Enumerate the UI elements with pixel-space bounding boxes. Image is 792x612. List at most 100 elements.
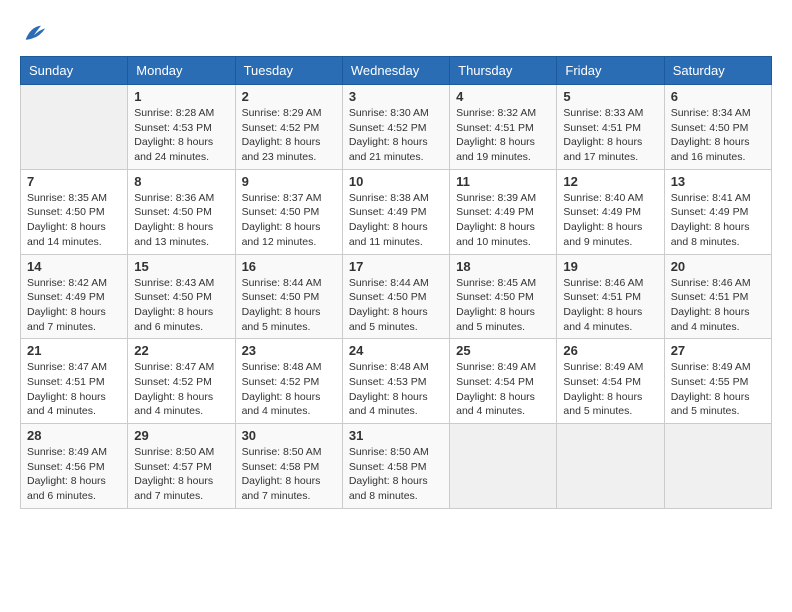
day-header-thursday: Thursday <box>450 57 557 85</box>
calendar-cell: 27 Sunrise: 8:49 AMSunset: 4:55 PMDayligh… <box>664 339 771 424</box>
calendar-cell: 24 Sunrise: 8:48 AMSunset: 4:53 PMDayligh… <box>342 339 449 424</box>
day-number: 2 <box>242 89 336 104</box>
day-info: Sunrise: 8:44 AMSunset: 4:50 PMDaylight:… <box>242 276 336 335</box>
day-number: 13 <box>671 174 765 189</box>
day-info: Sunrise: 8:48 AMSunset: 4:53 PMDaylight:… <box>349 360 443 419</box>
calendar-week-1: 1 Sunrise: 8:28 AMSunset: 4:53 PMDaylight… <box>21 85 772 170</box>
day-info: Sunrise: 8:43 AMSunset: 4:50 PMDaylight:… <box>134 276 228 335</box>
day-number: 4 <box>456 89 550 104</box>
calendar-cell: 16Sunrise: 8:44 AMSunset: 4:50 PMDayligh… <box>235 254 342 339</box>
day-number: 10 <box>349 174 443 189</box>
day-number: 3 <box>349 89 443 104</box>
day-info: Sunrise: 8:50 AMSunset: 4:58 PMDaylight:… <box>242 445 336 504</box>
day-info: Sunrise: 8:49 AMSunset: 4:56 PMDaylight:… <box>27 445 121 504</box>
calendar-cell: 19Sunrise: 8:46 AMSunset: 4:51 PMDayligh… <box>557 254 664 339</box>
day-number: 20 <box>671 259 765 274</box>
calendar-cell: 23 Sunrise: 8:48 AMSunset: 4:52 PMDayligh… <box>235 339 342 424</box>
calendar-cell: 8 Sunrise: 8:36 AMSunset: 4:50 PMDaylight… <box>128 169 235 254</box>
day-info: Sunrise: 8:50 AMSunset: 4:58 PMDaylight:… <box>349 445 443 504</box>
calendar-week-2: 7 Sunrise: 8:35 AMSunset: 4:50 PMDaylight… <box>21 169 772 254</box>
day-info: Sunrise: 8:50 AMSunset: 4:57 PMDaylight:… <box>134 445 228 504</box>
day-info: Sunrise: 8:49 AMSunset: 4:54 PMDaylight:… <box>563 360 657 419</box>
calendar-cell: 26 Sunrise: 8:49 AMSunset: 4:54 PMDayligh… <box>557 339 664 424</box>
day-info: Sunrise: 8:38 AMSunset: 4:49 PMDaylight:… <box>349 191 443 250</box>
calendar-cell: 25 Sunrise: 8:49 AMSunset: 4:54 PMDayligh… <box>450 339 557 424</box>
logo-bird-icon <box>20 20 48 48</box>
calendar-cell: 31 Sunrise: 8:50 AMSunset: 4:58 PMDayligh… <box>342 424 449 509</box>
calendar-cell: 11 Sunrise: 8:39 AMSunset: 4:49 PMDayligh… <box>450 169 557 254</box>
day-number: 19 <box>563 259 657 274</box>
calendar-week-3: 14Sunrise: 8:42 AMSunset: 4:49 PMDayligh… <box>21 254 772 339</box>
day-number: 31 <box>349 428 443 443</box>
day-number: 25 <box>456 343 550 358</box>
day-info: Sunrise: 8:28 AMSunset: 4:53 PMDaylight:… <box>134 106 228 165</box>
calendar-table: SundayMondayTuesdayWednesdayThursdayFrid… <box>20 56 772 509</box>
day-number: 15 <box>134 259 228 274</box>
calendar-cell <box>557 424 664 509</box>
day-number: 6 <box>671 89 765 104</box>
day-header-friday: Friday <box>557 57 664 85</box>
day-info: Sunrise: 8:47 AMSunset: 4:51 PMDaylight:… <box>27 360 121 419</box>
calendar-cell: 28 Sunrise: 8:49 AMSunset: 4:56 PMDayligh… <box>21 424 128 509</box>
day-header-tuesday: Tuesday <box>235 57 342 85</box>
calendar-cell: 22 Sunrise: 8:47 AMSunset: 4:52 PMDayligh… <box>128 339 235 424</box>
day-number: 24 <box>349 343 443 358</box>
calendar-cell: 29 Sunrise: 8:50 AMSunset: 4:57 PMDayligh… <box>128 424 235 509</box>
calendar-cell: 30 Sunrise: 8:50 AMSunset: 4:58 PMDayligh… <box>235 424 342 509</box>
calendar-cell: 10 Sunrise: 8:38 AMSunset: 4:49 PMDayligh… <box>342 169 449 254</box>
page-header <box>20 20 772 48</box>
calendar-cell: 18 Sunrise: 8:45 AMSunset: 4:50 PMDayligh… <box>450 254 557 339</box>
day-info: Sunrise: 8:35 AMSunset: 4:50 PMDaylight:… <box>27 191 121 250</box>
calendar-cell: 20Sunrise: 8:46 AMSunset: 4:51 PMDayligh… <box>664 254 771 339</box>
day-info: Sunrise: 8:40 AMSunset: 4:49 PMDaylight:… <box>563 191 657 250</box>
day-number: 26 <box>563 343 657 358</box>
calendar-cell: 1 Sunrise: 8:28 AMSunset: 4:53 PMDaylight… <box>128 85 235 170</box>
day-number: 14 <box>27 259 121 274</box>
day-header-monday: Monday <box>128 57 235 85</box>
calendar-cell: 2 Sunrise: 8:29 AMSunset: 4:52 PMDaylight… <box>235 85 342 170</box>
day-info: Sunrise: 8:41 AMSunset: 4:49 PMDaylight:… <box>671 191 765 250</box>
calendar-cell: 9Sunrise: 8:37 AMSunset: 4:50 PMDaylight… <box>235 169 342 254</box>
calendar-cell <box>21 85 128 170</box>
day-header-saturday: Saturday <box>664 57 771 85</box>
calendar-cell: 17Sunrise: 8:44 AMSunset: 4:50 PMDayligh… <box>342 254 449 339</box>
day-info: Sunrise: 8:39 AMSunset: 4:49 PMDaylight:… <box>456 191 550 250</box>
calendar-cell: 13 Sunrise: 8:41 AMSunset: 4:49 PMDayligh… <box>664 169 771 254</box>
day-info: Sunrise: 8:45 AMSunset: 4:50 PMDaylight:… <box>456 276 550 335</box>
day-number: 12 <box>563 174 657 189</box>
calendar-cell: 7 Sunrise: 8:35 AMSunset: 4:50 PMDaylight… <box>21 169 128 254</box>
day-header-sunday: Sunday <box>21 57 128 85</box>
day-info: Sunrise: 8:36 AMSunset: 4:50 PMDaylight:… <box>134 191 228 250</box>
day-number: 1 <box>134 89 228 104</box>
calendar-cell: 15 Sunrise: 8:43 AMSunset: 4:50 PMDayligh… <box>128 254 235 339</box>
calendar-cell: 21 Sunrise: 8:47 AMSunset: 4:51 PMDayligh… <box>21 339 128 424</box>
calendar-cell: 5Sunrise: 8:33 AMSunset: 4:51 PMDaylight… <box>557 85 664 170</box>
calendar-cell: 12 Sunrise: 8:40 AMSunset: 4:49 PMDayligh… <box>557 169 664 254</box>
day-info: Sunrise: 8:30 AMSunset: 4:52 PMDaylight:… <box>349 106 443 165</box>
day-number: 30 <box>242 428 336 443</box>
day-info: Sunrise: 8:47 AMSunset: 4:52 PMDaylight:… <box>134 360 228 419</box>
day-info: Sunrise: 8:29 AMSunset: 4:52 PMDaylight:… <box>242 106 336 165</box>
day-number: 22 <box>134 343 228 358</box>
day-number: 21 <box>27 343 121 358</box>
day-number: 8 <box>134 174 228 189</box>
calendar-cell: 14Sunrise: 8:42 AMSunset: 4:49 PMDayligh… <box>21 254 128 339</box>
day-number: 7 <box>27 174 121 189</box>
day-header-wednesday: Wednesday <box>342 57 449 85</box>
day-number: 23 <box>242 343 336 358</box>
day-info: Sunrise: 8:32 AMSunset: 4:51 PMDaylight:… <box>456 106 550 165</box>
day-info: Sunrise: 8:33 AMSunset: 4:51 PMDaylight:… <box>563 106 657 165</box>
calendar-cell: 6Sunrise: 8:34 AMSunset: 4:50 PMDaylight… <box>664 85 771 170</box>
day-number: 29 <box>134 428 228 443</box>
day-info: Sunrise: 8:49 AMSunset: 4:55 PMDaylight:… <box>671 360 765 419</box>
calendar-header-row: SundayMondayTuesdayWednesdayThursdayFrid… <box>21 57 772 85</box>
day-number: 11 <box>456 174 550 189</box>
day-number: 18 <box>456 259 550 274</box>
day-info: Sunrise: 8:48 AMSunset: 4:52 PMDaylight:… <box>242 360 336 419</box>
calendar-cell <box>664 424 771 509</box>
day-info: Sunrise: 8:49 AMSunset: 4:54 PMDaylight:… <box>456 360 550 419</box>
day-info: Sunrise: 8:44 AMSunset: 4:50 PMDaylight:… <box>349 276 443 335</box>
day-number: 28 <box>27 428 121 443</box>
day-info: Sunrise: 8:37 AMSunset: 4:50 PMDaylight:… <box>242 191 336 250</box>
day-number: 27 <box>671 343 765 358</box>
